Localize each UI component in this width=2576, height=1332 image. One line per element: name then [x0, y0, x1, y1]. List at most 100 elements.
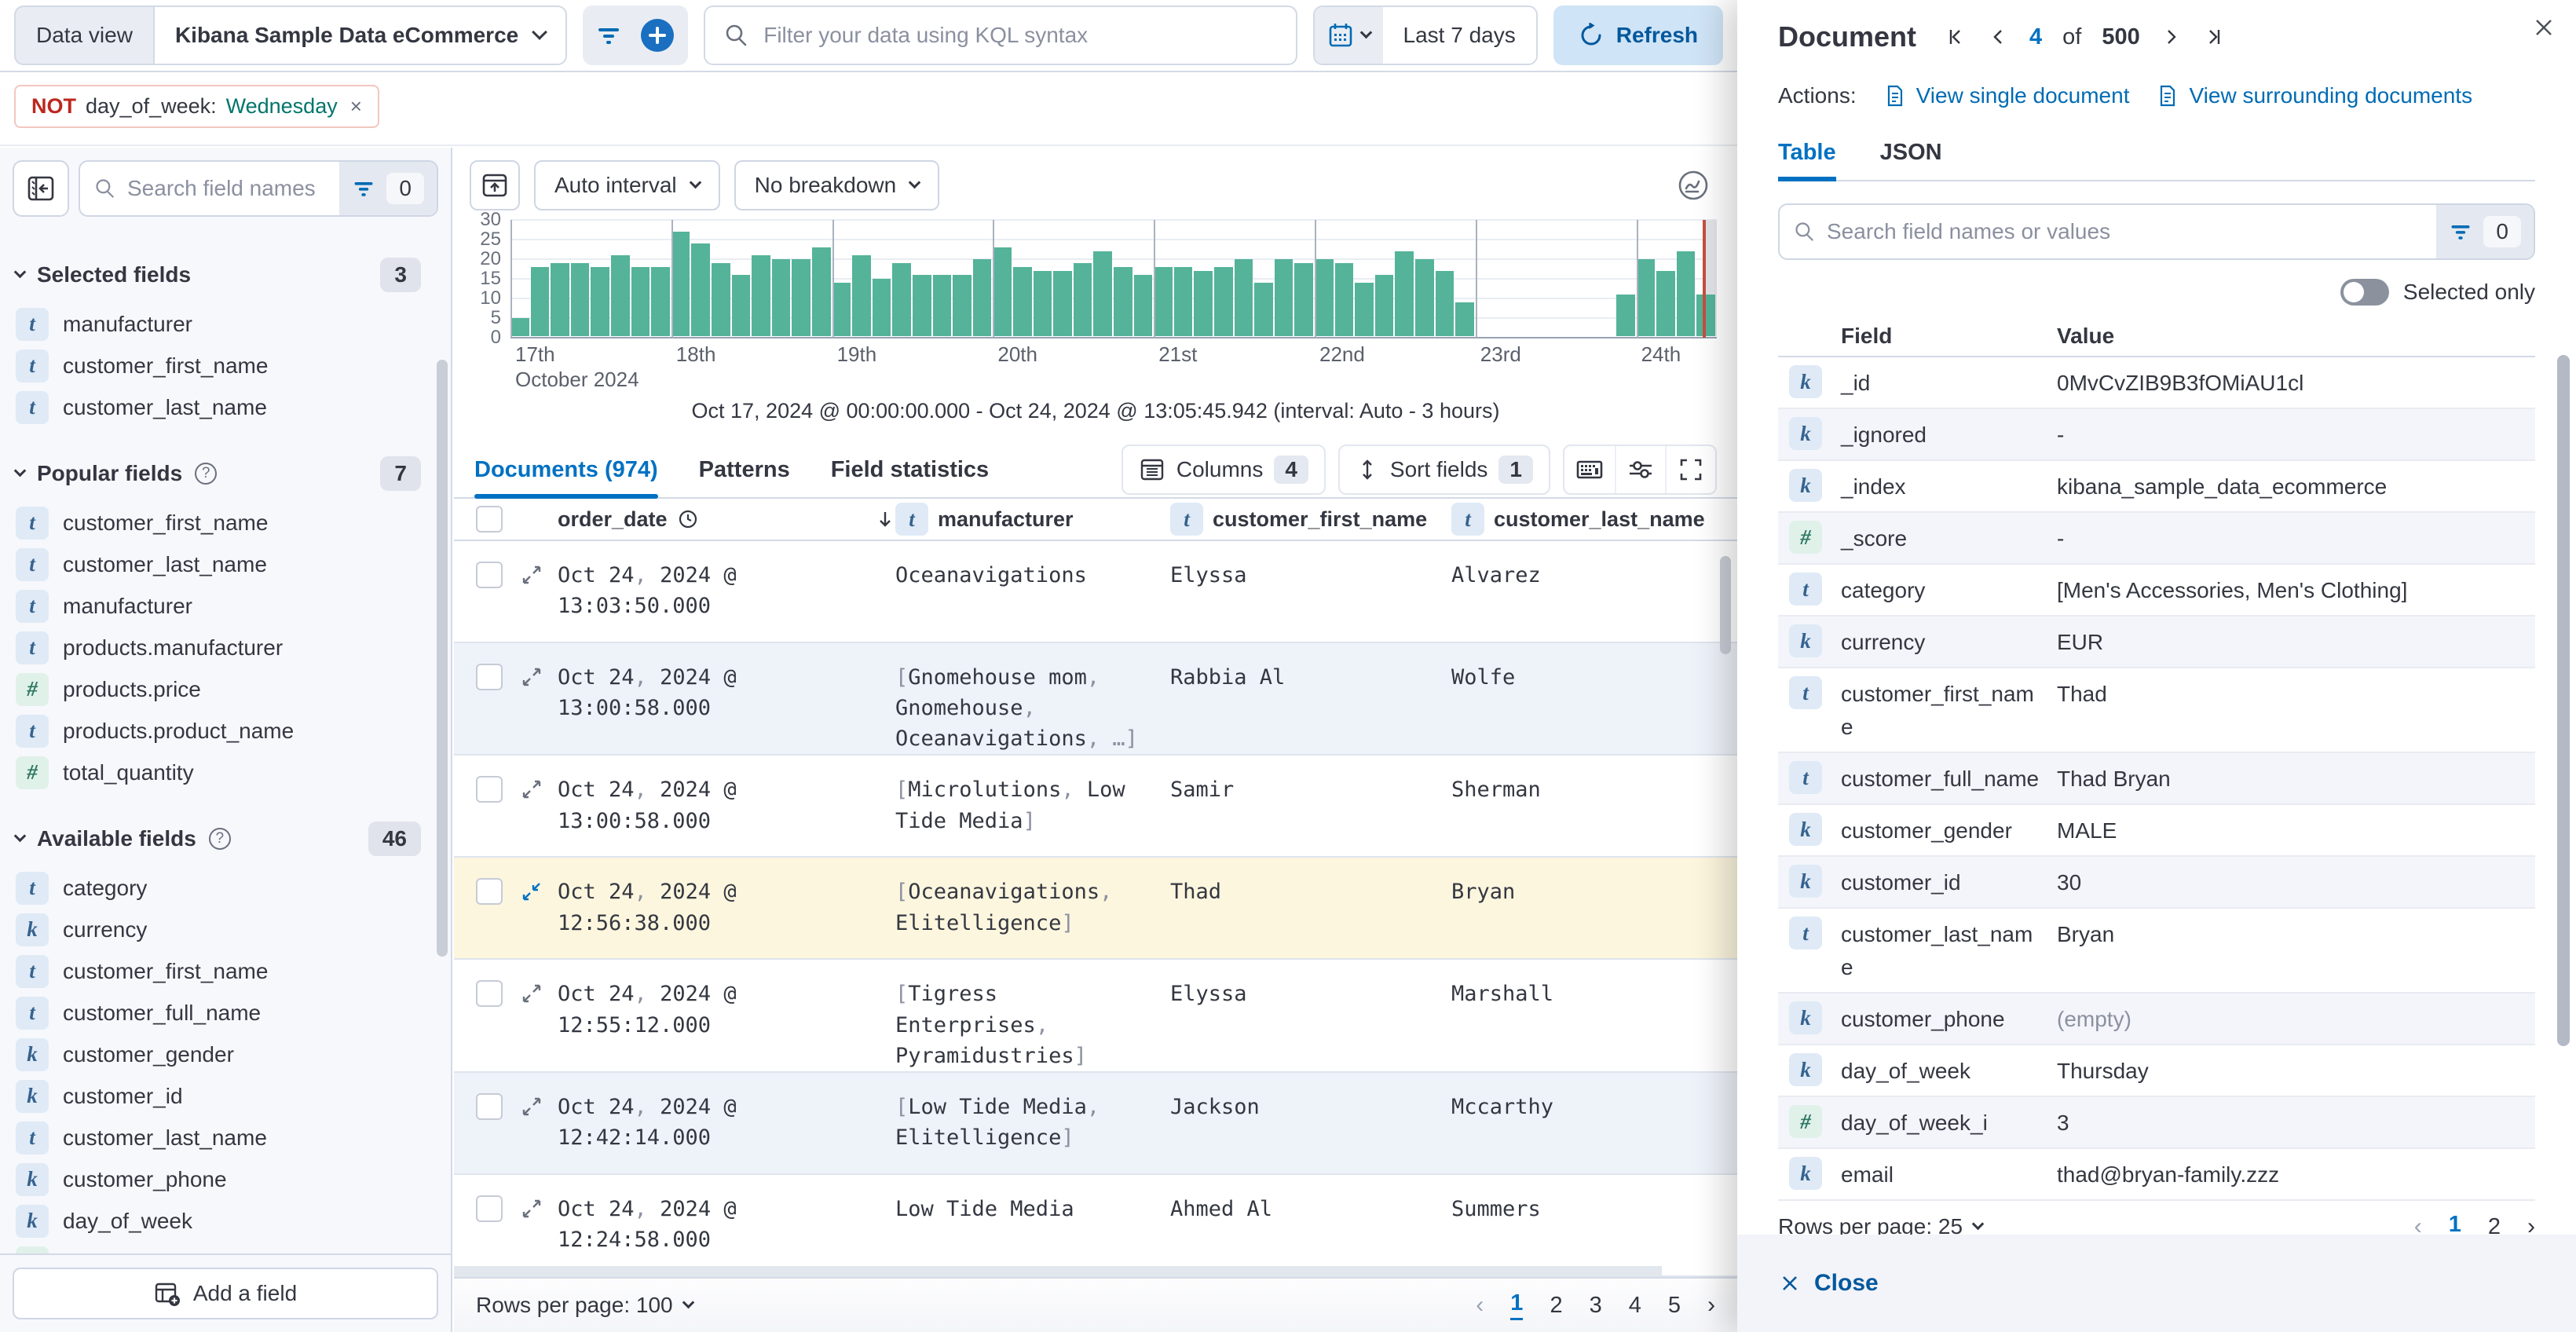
- selected-only-toggle[interactable]: [2340, 279, 2389, 306]
- row-expand[interactable]: [520, 778, 558, 801]
- grid-vertical-scrollbar[interactable]: [1720, 556, 1731, 654]
- field-list-item[interactable]: tmanufacturer: [0, 303, 451, 345]
- rows-per-page-select[interactable]: Rows per page: 100: [476, 1293, 693, 1318]
- density-button[interactable]: [1564, 446, 1615, 493]
- breakdown-select[interactable]: No breakdown: [734, 160, 940, 210]
- field-row[interactable]: tcustomer_last_nameBryan: [1778, 909, 2535, 994]
- view-single-document-link[interactable]: View single document: [1883, 83, 2130, 108]
- columns-button[interactable]: Columns 4: [1122, 445, 1326, 495]
- expand-document-icon[interactable]: [520, 778, 543, 801]
- hide-chart-button[interactable]: [470, 160, 520, 210]
- field-list-item[interactable]: tcustomer_first_name: [0, 950, 451, 992]
- kql-search-input[interactable]: Filter your data using KQL syntax: [704, 5, 1297, 65]
- field-row[interactable]: k_indexkibana_sample_data_ecommerce: [1778, 461, 2535, 513]
- next-document-icon[interactable]: [2161, 26, 2183, 48]
- row-expand[interactable]: [520, 563, 558, 587]
- interval-select[interactable]: Auto interval: [534, 160, 720, 210]
- field-row[interactable]: k_ignored-: [1778, 409, 2535, 461]
- page-2-button[interactable]: 2: [1550, 1293, 1562, 1319]
- data-view-picker[interactable]: Data view Kibana Sample Data eCommerce: [14, 5, 567, 65]
- field-list-item[interactable]: kday_of_week: [0, 1200, 451, 1242]
- field-section-header[interactable]: Available fields?46: [0, 822, 451, 856]
- expand-document-icon[interactable]: [520, 563, 543, 587]
- field-list-item[interactable]: tcustomer_last_name: [0, 543, 451, 585]
- field-search-input[interactable]: Search field names: [80, 176, 339, 201]
- field-section-header[interactable]: Selected fields3: [0, 258, 451, 292]
- row-expand[interactable]: [520, 665, 558, 689]
- row-checkbox[interactable]: [476, 1195, 503, 1222]
- tab-field-statistics[interactable]: Field statistics: [831, 442, 989, 497]
- row-checkbox[interactable]: [476, 980, 503, 1007]
- expand-document-icon[interactable]: [520, 1095, 543, 1118]
- column-header-manufacturer[interactable]: t manufacturer: [895, 503, 1170, 536]
- sort-descending-icon[interactable]: [875, 509, 895, 529]
- page-3-button[interactable]: 3: [1590, 1293, 1602, 1319]
- field-row[interactable]: kcustomer_genderMALE: [1778, 805, 2535, 857]
- tab-patterns[interactable]: Patterns: [699, 442, 790, 497]
- field-row[interactable]: kcustomer_id30: [1778, 857, 2535, 909]
- expand-document-icon[interactable]: [520, 665, 543, 689]
- field-row[interactable]: tcategory[Men's Accessories, Men's Cloth…: [1778, 565, 2535, 617]
- row-checkbox[interactable]: [476, 878, 503, 905]
- field-list-item[interactable]: kcustomer_id: [0, 1075, 451, 1117]
- sidebar-scrollbar[interactable]: [437, 360, 448, 957]
- expand-document-icon[interactable]: [520, 982, 543, 1005]
- row-checkbox[interactable]: [476, 664, 503, 690]
- field-row[interactable]: kcurrencyEUR: [1778, 617, 2535, 668]
- field-list-item[interactable]: tcustomer_first_name: [0, 502, 451, 543]
- view-surrounding-documents-link[interactable]: View surrounding documents: [2156, 83, 2472, 108]
- field-list-item[interactable]: tproducts.manufacturer: [0, 627, 451, 668]
- add-filter-icon[interactable]: [639, 17, 675, 53]
- field-list-item[interactable]: tproducts.product_name: [0, 710, 451, 752]
- tab-json[interactable]: JSON: [1880, 140, 1942, 180]
- field-list-item[interactable]: kcurrency: [0, 909, 451, 950]
- field-row[interactable]: kemailthad@bryan-family.zzz: [1778, 1149, 2535, 1201]
- field-row[interactable]: kday_of_weekThursday: [1778, 1045, 2535, 1097]
- remove-filter-icon[interactable]: ×: [350, 94, 362, 119]
- previous-page-button[interactable]: ‹: [1476, 1292, 1484, 1319]
- last-document-icon[interactable]: [2203, 26, 2225, 48]
- time-range-button[interactable]: Last 7 days: [1383, 7, 1536, 64]
- field-list-item[interactable]: tcustomer_full_name: [0, 992, 451, 1034]
- table-row[interactable]: Oct 24, 2024 @ 13:00:58.000[Gnomehouse m…: [454, 643, 1737, 756]
- select-all-checkbox[interactable]: [476, 506, 503, 532]
- grid-horizontal-scrollbar[interactable]: [454, 1266, 1662, 1277]
- field-row[interactable]: kcustomer_phone(empty): [1778, 994, 2535, 1045]
- table-row[interactable]: Oct 24, 2024 @ 12:24:58.000Low Tide Medi…: [454, 1175, 1737, 1277]
- table-row[interactable]: Oct 24, 2024 @ 12:55:12.000[Tigress Ente…: [454, 960, 1737, 1072]
- flyout-filter-button[interactable]: 0: [2436, 205, 2534, 258]
- flyout-close-button[interactable]: [2532, 16, 2556, 39]
- row-checkbox[interactable]: [476, 1093, 503, 1120]
- field-list-item[interactable]: #products.price: [0, 668, 451, 710]
- flyout-scrollbar[interactable]: [2557, 355, 2570, 1046]
- next-page-button[interactable]: ›: [1707, 1292, 1715, 1319]
- row-expand[interactable]: [520, 1197, 558, 1220]
- tab-documents[interactable]: Documents (974): [474, 442, 658, 497]
- field-row[interactable]: #day_of_week_i3: [1778, 1097, 2535, 1149]
- collapse-sidebar-button[interactable]: [13, 160, 69, 217]
- field-row[interactable]: tcustomer_first_nameThad: [1778, 668, 2535, 753]
- field-list-item[interactable]: tcustomer_last_name: [0, 1117, 451, 1158]
- row-expand[interactable]: [520, 880, 558, 903]
- first-document-icon[interactable]: [1945, 26, 1967, 48]
- filter-funnel-icon[interactable]: [595, 22, 622, 49]
- field-list-item[interactable]: tcustomer_first_name: [0, 345, 451, 386]
- column-header-customer-last-name[interactable]: t customer_last_name: [1451, 503, 1737, 536]
- field-row[interactable]: #_score-: [1778, 513, 2535, 565]
- field-list-item[interactable]: tcustomer_last_name: [0, 386, 451, 428]
- previous-document-icon[interactable]: [1987, 26, 2009, 48]
- flyout-search-input[interactable]: Search field names or values: [1780, 219, 2436, 244]
- table-row[interactable]: Oct 24, 2024 @ 13:03:50.000Oceanavigatio…: [454, 541, 1737, 643]
- field-filter-button[interactable]: 0: [339, 162, 437, 215]
- page-5-button[interactable]: 5: [1668, 1293, 1681, 1319]
- field-list-item[interactable]: kcustomer_phone: [0, 1158, 451, 1200]
- close-button[interactable]: Close: [1778, 1270, 1879, 1297]
- table-row[interactable]: Oct 24, 2024 @ 12:56:38.000[Oceanavigati…: [454, 858, 1737, 960]
- sort-fields-button[interactable]: Sort fields 1: [1338, 445, 1550, 495]
- field-list-item[interactable]: #total_quantity: [0, 752, 451, 793]
- field-list-item[interactable]: kcustomer_gender: [0, 1034, 451, 1075]
- table-row[interactable]: Oct 24, 2024 @ 12:42:14.000[Low Tide Med…: [454, 1073, 1737, 1175]
- field-list-item[interactable]: tcategory: [0, 867, 451, 909]
- tab-table[interactable]: Table: [1778, 140, 1836, 180]
- filter-pill[interactable]: NOT day_of_week: Wednesday ×: [14, 85, 379, 128]
